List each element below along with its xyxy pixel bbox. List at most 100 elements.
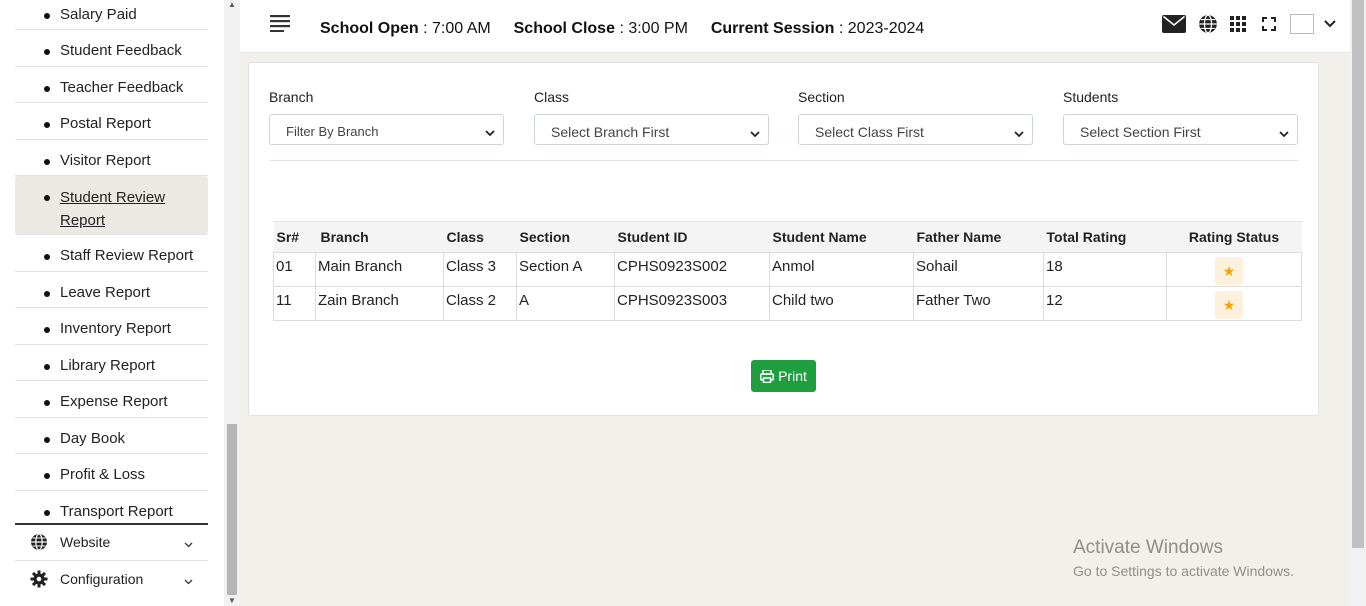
- mail-icon[interactable]: [1162, 15, 1186, 33]
- column-header: Student ID: [614, 221, 770, 253]
- chevron-down-icon[interactable]: [1324, 20, 1336, 28]
- filter-divider: [269, 160, 1299, 161]
- scroll-up-arrow-icon[interactable]: ▲: [228, 1, 236, 9]
- chevron-down-icon: [1014, 125, 1024, 141]
- top-header: School Open : 7:00 AM School Close : 3:0…: [240, 0, 1350, 53]
- sidebar-section-website[interactable]: Website: [15, 524, 208, 560]
- students-filter: Students Select Section First: [1063, 89, 1298, 145]
- gear-icon: [30, 570, 48, 588]
- sidebar-item-label: Visitor Report: [60, 152, 151, 169]
- column-header: Branch: [315, 221, 444, 253]
- globe-icon: [30, 533, 48, 551]
- session-value: : 2023-2024: [838, 20, 925, 37]
- sidebar-item-label: Expense Report: [60, 393, 168, 410]
- cell-student-name: Anmol: [769, 252, 914, 287]
- print-button[interactable]: Print: [751, 360, 816, 392]
- sidebar-item-label: Profit & Loss: [60, 466, 146, 483]
- hamburger-menu-icon[interactable]: [270, 15, 290, 37]
- sidebar-item-expense-report[interactable]: Expense Report: [15, 381, 208, 418]
- column-header: Father Name: [913, 221, 1044, 253]
- sidebar-item-label: Student Review Report: [60, 189, 166, 229]
- students-select[interactable]: Select Section First: [1063, 114, 1298, 145]
- sidebar-item-inventory-report[interactable]: Inventory Report: [15, 308, 208, 345]
- branch-filter: Branch Filter By Branch: [269, 89, 504, 145]
- cell-branch: Zain Branch: [315, 286, 444, 321]
- cell-branch: Main Branch: [315, 252, 444, 287]
- branch-select-value: Filter By Branch: [286, 124, 379, 139]
- cell-rating-status: ★: [1166, 252, 1302, 287]
- column-header: Class: [443, 221, 517, 253]
- watermark-title: Activate Windows: [1073, 537, 1223, 558]
- class-select-value: Select Branch First: [551, 124, 670, 140]
- page-scrollbar-thumb[interactable]: [1352, 0, 1364, 548]
- sidebar-item-label: Day Book: [60, 430, 126, 447]
- chevron-down-icon: [750, 125, 760, 141]
- sidebar-item-student-feedback[interactable]: Student Feedback: [15, 30, 208, 67]
- watermark-subtitle: Go to Settings to activate Windows.: [1073, 563, 1294, 579]
- cell-class: Class 2: [443, 286, 517, 321]
- cell-section: A: [516, 286, 615, 321]
- sidebar-item-leave-report[interactable]: Leave Report: [15, 272, 208, 308]
- cell-father-name: Father Two: [913, 286, 1044, 321]
- school-open-label: School Open: [320, 20, 419, 37]
- class-filter-label: Class: [534, 89, 570, 105]
- sidebar-item-staff-review-report[interactable]: Staff Review Report: [15, 235, 208, 272]
- section-filter: Section Select Class First: [798, 89, 1033, 145]
- table-row: 01 Main Branch Class 3 Section A CPHS092…: [273, 252, 1302, 287]
- sidebar-scrollbar-thumb[interactable]: [227, 424, 237, 595]
- column-header: Total Rating: [1043, 221, 1167, 253]
- sidebar-item-postal-report[interactable]: Postal Report: [15, 103, 208, 140]
- sidebar-item-library-report[interactable]: Library Report: [15, 345, 208, 381]
- student-review-table: Sr# Branch Class Section Student ID Stud…: [273, 221, 1302, 321]
- sidebar-item-teacher-feedback[interactable]: Teacher Feedback: [15, 67, 208, 103]
- cell-sr: 01: [273, 252, 316, 287]
- cell-total-rating: 18: [1043, 252, 1167, 287]
- sidebar-item-profit-loss[interactable]: Profit & Loss: [15, 454, 208, 491]
- sidebar-item-day-book[interactable]: Day Book: [15, 418, 208, 454]
- print-button-label: Print: [778, 368, 807, 384]
- students-select-value: Select Section First: [1080, 124, 1201, 140]
- user-avatar[interactable]: [1290, 14, 1314, 34]
- scroll-down-arrow-icon[interactable]: ▼: [228, 597, 236, 605]
- sidebar-item-salary-paid[interactable]: Salary Paid .sidebar ul.menu li:nth-chil…: [15, 0, 208, 30]
- sidebar-item-transport-report[interactable]: Transport Report: [15, 491, 208, 525]
- column-header: Rating Status: [1166, 221, 1302, 253]
- sidebar-item-student-review-report[interactable]: Student Review Report: [15, 176, 208, 235]
- cell-total-rating: 12: [1043, 286, 1167, 321]
- sidebar-item-label: Leave Report: [60, 284, 151, 301]
- chevron-down-icon: [184, 535, 193, 551]
- class-select[interactable]: Select Branch First: [534, 114, 769, 145]
- table-row: 11 Zain Branch Class 2 A CPHS0923S003 Ch…: [273, 286, 1302, 321]
- sidebar-item-label: Inventory Report: [60, 320, 171, 337]
- students-filter-label: Students: [1063, 89, 1119, 105]
- student-review-report-card: Branch Filter By Branch Class Select Bra…: [248, 62, 1319, 416]
- section-select[interactable]: Select Class First: [798, 114, 1033, 145]
- star-icon[interactable]: ★: [1215, 257, 1243, 285]
- star-icon[interactable]: ★: [1215, 291, 1243, 319]
- section-select-value: Select Class First: [815, 124, 924, 140]
- sidebar-section-label: Website: [60, 534, 111, 550]
- branch-select[interactable]: Filter By Branch: [269, 114, 504, 145]
- school-close-label: School Close: [513, 20, 615, 37]
- sidebar-item-label: Staff Review Report: [60, 247, 194, 264]
- class-filter: Class Select Branch First: [534, 89, 769, 145]
- cell-section: Section A: [516, 252, 615, 287]
- globe-icon[interactable]: [1198, 14, 1218, 34]
- sidebar-item-label: Transport Report: [60, 503, 173, 520]
- column-header: Sr#: [273, 221, 316, 253]
- apps-grid-icon[interactable]: [1230, 16, 1246, 32]
- section-filter-label: Section: [798, 89, 845, 105]
- cell-father-name: Sohail: [913, 252, 1044, 287]
- sidebar-section-configuration[interactable]: Configuration: [15, 560, 208, 596]
- sidebar-report-menu: Salary Paid .sidebar ul.menu li:nth-chil…: [15, 0, 208, 525]
- chevron-down-icon: [485, 125, 495, 140]
- school-open-value: : 7:00 AM: [423, 20, 491, 37]
- sidebar-item-label: Postal Report: [60, 115, 151, 132]
- cell-student-name: Child two: [769, 286, 914, 321]
- sidebar-item-visitor-report[interactable]: Visitor Report: [15, 140, 208, 176]
- school-timing-info: School Open : 7:00 AM School Close : 3:0…: [320, 20, 924, 38]
- fullscreen-icon[interactable]: [1262, 17, 1276, 31]
- chevron-down-icon: [184, 572, 193, 588]
- cell-student-id: CPHS0923S002: [614, 252, 770, 287]
- cell-sr: 11: [273, 286, 316, 321]
